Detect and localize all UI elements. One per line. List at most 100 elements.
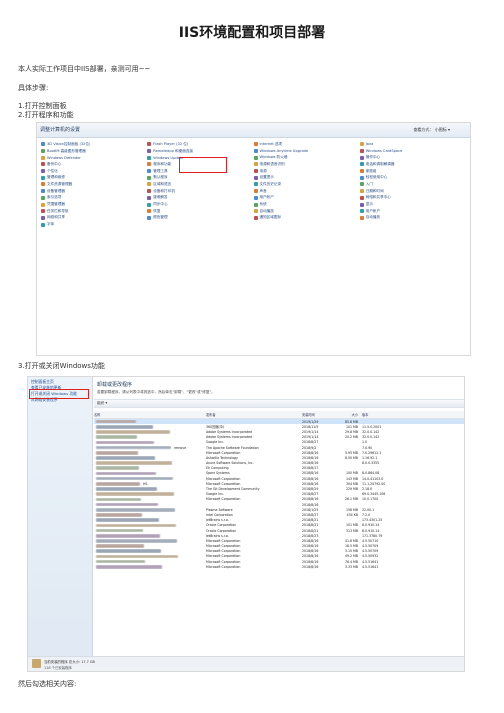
programs-toolbar[interactable]: 组织 ▾ bbox=[94, 399, 464, 408]
control-panel-item[interactable]: Flash Player (32 位) bbox=[147, 141, 253, 148]
control-panel-item[interactable]: 网络和共享中心 bbox=[359, 195, 466, 202]
control-panel-item[interactable]: 通知区域图标 bbox=[253, 215, 360, 222]
publisher-cell: Adobe Systems Incorporated bbox=[206, 435, 253, 440]
control-panel-item[interactable]: 自动播放 bbox=[253, 208, 360, 215]
blurred-program-name bbox=[96, 461, 172, 465]
step-3: 3.打开或关闭Windows功能 bbox=[18, 362, 105, 370]
control-panel-item[interactable]: 自动播放 bbox=[359, 215, 466, 222]
blurred-program-name bbox=[96, 435, 137, 439]
control-panel-item-icon bbox=[253, 209, 258, 214]
control-panel-item[interactable]: 声音 bbox=[253, 188, 360, 195]
blurred-program-name bbox=[96, 471, 156, 476]
control-panel-item[interactable]: 疑难解答 bbox=[147, 195, 253, 202]
table-row[interactable]: remove The Apache Software Foundation 2018… bbox=[94, 445, 464, 450]
control-panel-item[interactable]: 用户帐户 bbox=[359, 208, 466, 215]
organize-button[interactable]: 组织 ▾ bbox=[97, 401, 107, 405]
install-date-cell: 2018/11/5 bbox=[302, 424, 319, 429]
column-header[interactable]: 发布者 bbox=[206, 412, 302, 417]
programs-box-icon bbox=[32, 659, 41, 668]
control-panel-item[interactable]: Windows Defender bbox=[41, 154, 147, 161]
control-panel-item[interactable]: 备份中心 bbox=[41, 161, 147, 168]
control-panel-item[interactable]: 3D Vision控制面板 (32位) bbox=[41, 141, 147, 148]
column-header[interactable]: 安装时间 bbox=[302, 412, 338, 417]
control-panel-item-icon bbox=[359, 149, 364, 154]
control-panel-item-label: 日期和时间 bbox=[365, 188, 384, 193]
install-date-cell: 2018/8/16 bbox=[302, 476, 319, 481]
control-panel-item[interactable]: 文件历史记录 bbox=[253, 181, 360, 188]
control-panel-item[interactable]: 电源和语音识别 bbox=[253, 161, 360, 168]
control-panel-item[interactable]: 电话和调制解调器 bbox=[359, 161, 466, 168]
control-panel-item[interactable]: 个性化 bbox=[41, 168, 147, 175]
table-row[interactable]: HS Microsoft Corporation 2018/8/16 304 MB 11… bbox=[94, 481, 464, 486]
blurred-program-name bbox=[96, 549, 161, 554]
control-panel-item[interactable]: Windows Anytime Upgrade bbox=[253, 148, 360, 155]
control-panel-item-icon bbox=[147, 175, 152, 180]
control-panel-item[interactable]: 字体 bbox=[41, 221, 147, 228]
blurred-program-name bbox=[96, 440, 154, 445]
control-panel-item-label: 设备和打印机 bbox=[153, 188, 175, 193]
control-panel-item-label: 系统 bbox=[259, 202, 267, 207]
version-cell: 8.0.910.14 bbox=[362, 528, 380, 533]
control-panel-item-label: 管理工具 bbox=[153, 168, 168, 173]
control-panel-item-label: 设置提示 bbox=[259, 175, 274, 180]
control-panel-item[interactable]: Remoteapp 和桌面连接 bbox=[147, 148, 253, 155]
publisher-cell: Google Inc. bbox=[206, 440, 224, 445]
control-panel-item[interactable]: 索引选项 bbox=[41, 195, 147, 202]
control-panel-item[interactable]: 系统 bbox=[253, 201, 360, 208]
control-panel-item[interactable]: 区域和语言 bbox=[147, 181, 253, 188]
install-date-cell: 2018/8/16 bbox=[302, 538, 319, 543]
version-cell: 10.0.1700 bbox=[362, 497, 379, 502]
control-panel-item[interactable]: BootIM 高级图形管理器 bbox=[41, 148, 147, 155]
programs-sidebar: 控制面板主页 查看已安装的更新 打开或关闭 Windows 功能 从网络安装程序 bbox=[28, 377, 93, 671]
publisher-cell: Microsoft Corporation bbox=[206, 564, 241, 569]
control-panel-item[interactable]: 设备管理器 bbox=[41, 188, 147, 195]
program-name-cell bbox=[94, 440, 206, 445]
column-header[interactable]: 版本 bbox=[362, 412, 412, 417]
control-panel-item[interactable]: 网络和共享 bbox=[41, 215, 147, 222]
highlight-windows-features bbox=[29, 389, 89, 399]
version-cell: 14.0.41103.0 bbox=[362, 476, 384, 481]
control-panel-item-icon bbox=[41, 222, 45, 227]
control-panel-item[interactable]: 默认程序 bbox=[147, 174, 253, 181]
control-panel-item[interactable]: Internet 选项 bbox=[253, 141, 360, 148]
control-panel-item[interactable]: 轻松使用中心 bbox=[359, 174, 466, 181]
control-panel-item-icon bbox=[41, 182, 45, 187]
control-panel-item[interactable]: Windows CardSpace bbox=[359, 148, 466, 155]
control-panel-item[interactable]: 设备和打印机 bbox=[147, 188, 253, 195]
control-panel-item-label: 文件历史记录 bbox=[259, 181, 282, 186]
column-header[interactable]: 名称 bbox=[94, 412, 206, 417]
step-4: 然后勾选相关内容: bbox=[18, 680, 77, 688]
program-name-cell bbox=[94, 492, 206, 497]
control-panel-item-label: 索引选项 bbox=[47, 195, 62, 200]
size-cell: 49.2 MB bbox=[344, 554, 358, 559]
control-panel-item[interactable]: Windows 防火墙 bbox=[253, 154, 360, 161]
control-panel-item-icon bbox=[253, 149, 258, 154]
publisher-cell: JetBrains s.r.o. bbox=[206, 533, 229, 538]
control-panel-item[interactable]: 恢复 bbox=[147, 208, 253, 215]
version-cell: 1.0 bbox=[362, 440, 368, 445]
control-panel-item[interactable]: 显示 bbox=[359, 201, 466, 208]
control-panel-item[interactable]: 操作中心 bbox=[359, 154, 466, 161]
control-panel-item[interactable]: 电源 bbox=[253, 168, 360, 175]
control-panel-item[interactable]: 任务栏和导航 bbox=[41, 208, 147, 215]
control-panel-item[interactable]: 管理和维修 bbox=[41, 174, 147, 181]
version-cell: 7.0.29612.1 bbox=[362, 450, 382, 455]
control-panel-item-icon bbox=[253, 202, 258, 207]
control-panel-item[interactable]: 同步中心 bbox=[147, 201, 253, 208]
view-by-selector[interactable]: 查看方式： 小图标 ▾ bbox=[413, 127, 450, 133]
control-panel-item[interactable]: 设置提示 bbox=[253, 174, 360, 181]
column-header[interactable]: 大小 bbox=[338, 412, 362, 417]
control-panel-item[interactable]: 文件资源管理器 bbox=[41, 181, 147, 188]
control-panel-item-label: 电源 bbox=[259, 168, 267, 173]
table-row[interactable]: Microsoft Corporation 2018/8/16 3.33 MB 4.5… bbox=[94, 564, 464, 569]
control-panel-item[interactable]: 日期和时间 bbox=[359, 188, 466, 195]
control-panel-item[interactable]: Java bbox=[359, 141, 466, 148]
control-panel-item[interactable]: 凭据管理器 bbox=[41, 201, 147, 208]
publisher-cell: Intel Corporation bbox=[206, 512, 233, 517]
control-panel-item[interactable]: 入门 bbox=[359, 181, 466, 188]
control-panel-item[interactable]: 颜色管理 bbox=[147, 215, 253, 222]
control-panel-item[interactable]: 用户帐户 bbox=[253, 195, 360, 202]
program-name-cell bbox=[94, 424, 206, 429]
control-panel-item[interactable]: 家庭组 bbox=[359, 168, 466, 175]
size-cell: 8.00 MB bbox=[344, 455, 358, 460]
